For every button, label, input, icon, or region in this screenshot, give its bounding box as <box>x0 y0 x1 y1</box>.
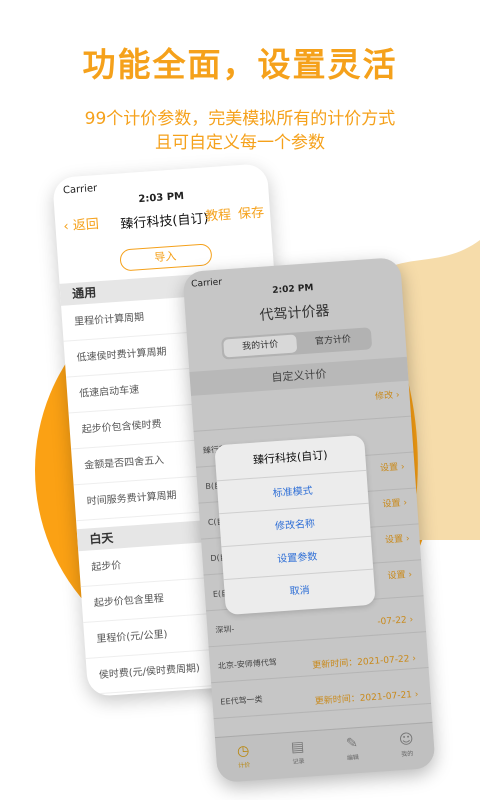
segment-my-pricing[interactable]: 我的计价 <box>223 334 298 358</box>
chevron-right-icon: › <box>405 534 410 545</box>
tab-pricing[interactable]: ◷ 计价 <box>215 734 273 783</box>
action-sheet: 臻行科技(自订) 标准模式 修改名称 设置参数 取消 <box>214 434 376 616</box>
chevron-right-icon: › <box>414 689 419 701</box>
page-title: 代驾计价器 <box>259 303 331 324</box>
segmented-control: 我的计价 官方计价 <box>221 327 373 360</box>
settings-link[interactable]: 设置 › <box>385 531 410 546</box>
item-name: 北京-安师傅代驾 <box>217 657 278 671</box>
back-button[interactable]: ‹ 返回 <box>63 213 100 234</box>
chevron-right-icon: › <box>395 390 400 401</box>
settings-link[interactable]: 设置 › <box>382 495 407 510</box>
status-bar: Carrier 2:03 PM <box>52 163 268 205</box>
segment-official-pricing[interactable]: 官方计价 <box>296 329 370 352</box>
tab-bar: ◷ 计价 ▤ 记录 ✎ 编辑 ☺ 我的 <box>214 721 436 783</box>
subheadline-2: 且可自定义每一个参数 <box>155 133 325 153</box>
chevron-right-icon: › <box>400 462 405 473</box>
chevron-right-icon: › <box>408 569 413 581</box>
update-date: -07-22 › <box>377 614 414 628</box>
page-title: 臻行科技(自订) <box>120 211 210 233</box>
update-date: 更新时间：2021-07-21 › <box>314 689 419 708</box>
carrier-label: Carrier <box>62 183 98 197</box>
chevron-right-icon: › <box>403 498 408 509</box>
tab-edit[interactable]: ✎ 编辑 <box>324 727 382 776</box>
carrier-label: Carrier <box>190 277 223 290</box>
update-date: 更新时间：2021-07-22 › <box>312 653 417 672</box>
tab-records[interactable]: ▤ 记录 <box>269 730 327 779</box>
settings-link[interactable]: 设置 › <box>387 567 412 582</box>
chevron-right-icon: › <box>411 653 417 665</box>
chevron-right-icon: › <box>409 614 414 626</box>
save-button[interactable]: 保存 <box>237 201 265 222</box>
tab-mine[interactable]: ☺ 我的 <box>378 723 436 772</box>
subheadline-1: 99个计价参数，完美模拟所有的计价方式 <box>84 109 396 129</box>
settings-link[interactable]: 设置 › <box>380 459 405 474</box>
document-icon: ▤ <box>290 738 305 756</box>
import-button[interactable]: 导入 <box>118 243 213 272</box>
item-name: 深圳- <box>215 624 235 635</box>
modify-link[interactable]: 修改 › <box>375 387 400 402</box>
tutorial-button[interactable]: 教程 <box>204 204 232 225</box>
edit-icon: ✎ <box>345 735 359 752</box>
user-icon: ☺ <box>398 731 415 749</box>
back-label: 返回 <box>72 217 100 234</box>
clock-icon: ◷ <box>236 742 250 760</box>
item-name: EE代驾一类 <box>220 694 263 707</box>
headline: 功能全面，设置灵活 <box>82 45 398 84</box>
